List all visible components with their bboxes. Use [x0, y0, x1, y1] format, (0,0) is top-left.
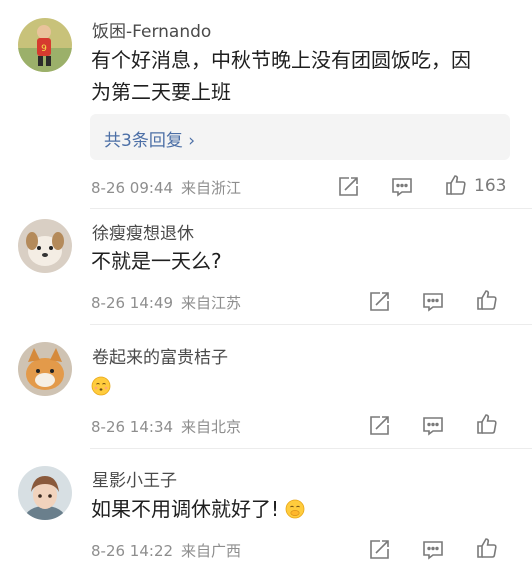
thumbs-up-icon[interactable] [444, 173, 468, 197]
comment-location: 来自广西 [181, 542, 242, 560]
comment-time: 8-26 14:22 [91, 542, 174, 560]
comment-time: 8-26 09:44 [91, 179, 174, 197]
comment-meta: 8-26 14:34 来自北京 [91, 416, 241, 437]
username[interactable]: 卷起来的富贵桔子 [92, 343, 228, 368]
avatar[interactable] [18, 342, 72, 396]
comment-time: 8-26 14:49 [91, 294, 174, 312]
like-count: 163 [474, 176, 507, 196]
comment-meta: 8-26 09:44 来自浙江 [91, 177, 241, 198]
avatar-image [18, 219, 72, 273]
view-replies-button[interactable]: 共3条回复 › [90, 114, 510, 160]
comment-text-line: 为第二天要上班 [91, 80, 231, 104]
avatar-image [18, 342, 72, 396]
comment-location: 来自浙江 [181, 179, 242, 197]
thumbs-up-icon[interactable] [475, 536, 499, 560]
comment-text: 有个好消息，中秋节晚上没有团圆饭吃，因 为第二天要上班 [91, 44, 471, 108]
username[interactable]: 徐瘦瘦想退休 [92, 219, 194, 244]
comment-location: 来自江苏 [181, 294, 242, 312]
thumbs-up-icon[interactable] [475, 288, 499, 312]
kissing-emoji [91, 373, 111, 396]
avatar-image: 9 [18, 18, 72, 72]
username[interactable]: 星影小王子 [92, 466, 177, 491]
comment-text-line: 有个好消息，中秋节晚上没有团圆饭吃，因 [91, 48, 471, 72]
comment-text: 不就是一天么? [91, 249, 222, 273]
comment-icon[interactable] [421, 414, 445, 438]
divider [90, 324, 532, 325]
share-icon[interactable] [367, 414, 391, 438]
comment-meta: 8-26 14:49 来自江苏 [91, 292, 241, 313]
divider [90, 448, 532, 449]
comment-meta: 8-26 14:22 来自广西 [91, 540, 241, 561]
thumbs-up-icon[interactable] [475, 412, 499, 436]
divider [90, 208, 532, 209]
comment-icon[interactable] [421, 290, 445, 314]
username[interactable]: 饭困-Fernando [92, 17, 211, 42]
avatar[interactable] [18, 219, 72, 273]
comment-icon[interactable] [390, 175, 414, 199]
comment-text: 如果不用调休就好了! [91, 493, 305, 525]
svg-text:9: 9 [41, 44, 47, 54]
avatar-image [18, 466, 72, 520]
comment-location: 来自北京 [181, 418, 242, 436]
view-replies-label: 共3条回复 › [104, 131, 196, 151]
avatar[interactable] [18, 466, 72, 520]
avatar[interactable]: 9 [18, 18, 72, 72]
share-icon[interactable] [367, 290, 391, 314]
comment-icon[interactable] [421, 538, 445, 562]
share-icon[interactable] [367, 538, 391, 562]
comment-time: 8-26 14:34 [91, 418, 174, 436]
hand-over-mouth-emoji [285, 496, 305, 519]
comment-text [91, 370, 111, 402]
comment-text-content: 如果不用调休就好了! [91, 497, 280, 521]
share-icon[interactable] [336, 175, 360, 199]
